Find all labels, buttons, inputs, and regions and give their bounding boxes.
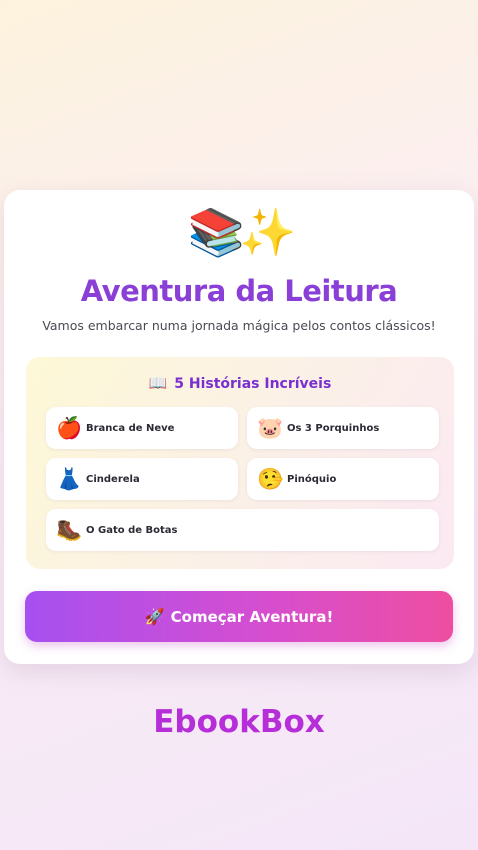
story-label: Pinóquio [287,473,337,485]
stories-header: 📖 5 Histórias Incríveis [26,374,454,392]
boot-icon: 🥾 [56,517,83,542]
pig-icon: 🐷 [257,415,284,440]
stories-header-label: 5 Histórias Incríveis [174,376,332,392]
story-branca-de-neve[interactable]: 🍎 Branca de Neve [46,407,238,449]
stories-panel: 📖 5 Histórias Incríveis 🍎 Branca de Neve… [26,357,454,569]
story-o-gato-de-botas[interactable]: 🥾 O Gato de Botas [46,509,439,551]
books-sparkles-icon: 📚✨ [187,205,297,259]
story-label: O Gato de Botas [86,524,178,536]
lying-face-icon: 🤥 [257,466,284,491]
story-label: Branca de Neve [86,422,175,434]
start-adventure-label: Começar Aventura! [170,607,334,626]
story-label: Os 3 Porquinhos [287,422,380,434]
story-os-3-porquinhos[interactable]: 🐷 Os 3 Porquinhos [247,407,439,449]
page-subtitle: Vamos embarcar numa jornada mágica pelos… [42,318,436,333]
apple-icon: 🍎 [56,415,83,440]
page-title: Aventura da Leitura [80,274,398,308]
story-cinderela[interactable]: 👗 Cinderela [46,458,238,500]
story-label: Cinderela [86,473,140,485]
welcome-card: 📚✨ Aventura da Leitura Vamos embarcar nu… [4,190,474,664]
rocket-icon: 🚀 [144,607,165,626]
start-adventure-button[interactable]: 🚀 Começar Aventura! [25,591,453,642]
open-book-icon: 📖 [148,374,168,392]
brand-logo: EbookBox [153,704,325,740]
story-pinoquio[interactable]: 🤥 Pinóquio [247,458,439,500]
dress-icon: 👗 [56,466,83,491]
